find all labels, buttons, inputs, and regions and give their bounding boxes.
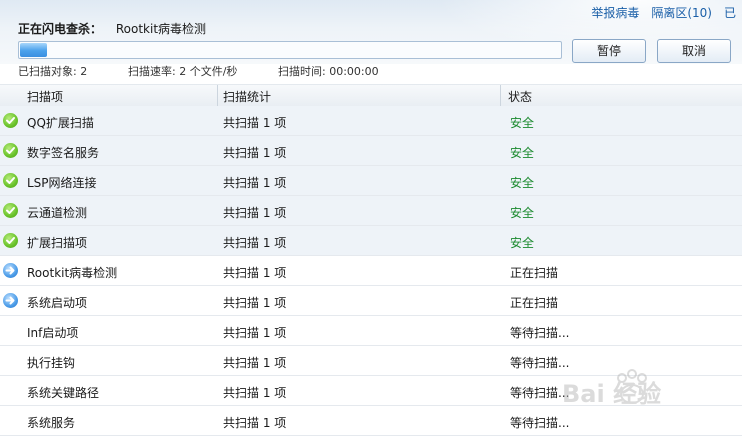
scan-item-status: 正在扫描 [510,266,559,280]
scan-item-name: 系统启动项 [27,296,88,310]
scan-item-count: 共扫描 1 项 [223,386,287,400]
check-icon [3,173,18,188]
scan-item-name: 执行挂钩 [27,356,76,370]
scan-item-name: LSP网络连接 [27,176,97,190]
scan-rate: 扫描速率: 2 个文件/秒 [128,65,238,78]
arrow-right-icon [3,293,18,308]
truncated-link[interactable]: 已 [718,4,742,21]
scan-item-row[interactable]: 扩展扫描项 共扫描 1 项 安全 [0,226,742,256]
scanned-objects: 已扫描对象: 2 [18,65,88,78]
cancel-button[interactable]: 取消 [657,39,731,63]
table-header: 扫描项 扫描统计 状态 [0,84,742,107]
check-icon [3,143,18,158]
scan-item-name: 扩展扫描项 [27,236,88,250]
scan-item-status: 安全 [510,206,535,220]
watermark-text: Bai 经验 [562,380,661,408]
pause-button[interactable]: 暂停 [572,39,646,63]
scan-item-status: 正在扫描 [510,296,559,310]
scan-item-row[interactable]: Inf启动项 共扫描 1 项 等待扫描... [0,316,742,346]
check-icon [3,233,18,248]
scan-item-status: 等待扫描... [510,326,570,340]
scan-item-name: 系统服务 [27,416,76,430]
scan-item-status: 等待扫描... [510,416,570,430]
scan-item-count: 共扫描 1 项 [223,236,287,250]
arrow-right-icon [3,263,18,278]
report-virus-link[interactable]: 举报病毒 [585,4,645,21]
scan-status-line: 正在闪电查杀： Rootkit病毒检测 [18,20,206,37]
scan-item-count: 共扫描 1 项 [223,356,287,370]
scan-item-name: QQ扩展扫描 [27,116,94,130]
scan-item-status: 安全 [510,176,535,190]
scan-item-name: Rootkit病毒检测 [27,266,118,280]
scan-item-status: 安全 [510,236,535,250]
scan-item-count: 共扫描 1 项 [223,116,287,130]
progress-fill [20,43,48,57]
check-icon [3,113,18,128]
scan-item-row[interactable]: Rootkit病毒检测 共扫描 1 项 正在扫描 [0,256,742,286]
scan-item-row[interactable]: 云通道检测 共扫描 1 项 安全 [0,196,742,226]
scan-item-count: 共扫描 1 项 [223,416,287,430]
scan-progress-bar [18,41,562,59]
scan-label: 正在闪电查杀： [18,22,103,36]
scan-item-name: 云通道检测 [27,206,88,220]
scan-item-row[interactable]: LSP网络连接 共扫描 1 项 安全 [0,166,742,196]
scan-time: 扫描时间: 00:00:00 [278,65,379,78]
quarantine-link[interactable]: 隔离区(10) [645,4,718,21]
column-header-stats[interactable]: 扫描统计 [223,88,271,105]
scan-item-count: 共扫描 1 项 [223,146,287,160]
scan-item-name: 系统关键路径 [27,386,100,400]
column-header-status[interactable]: 状态 [508,88,532,105]
current-scan-item: Rootkit病毒检测 [115,22,207,36]
column-header-item[interactable]: 扫描项 [27,88,63,105]
scan-item-status: 安全 [510,116,535,130]
top-links: 举报病毒 隔离区(10) 已 [585,4,742,21]
scan-item-row[interactable]: 数字签名服务 共扫描 1 项 安全 [0,136,742,166]
scan-item-name: 数字签名服务 [27,146,100,160]
check-icon [3,203,18,218]
scan-item-count: 共扫描 1 项 [223,206,287,220]
scan-item-count: 共扫描 1 项 [223,326,287,340]
scan-item-row[interactable]: QQ扩展扫描 共扫描 1 项 安全 [0,106,742,136]
baidu-jingyan-watermark: Bai 经验 [562,369,661,408]
scan-item-count: 共扫描 1 项 [223,266,287,280]
scan-item-count: 共扫描 1 项 [223,176,287,190]
scan-item-name: Inf启动项 [27,326,79,340]
scan-item-status: 安全 [510,146,535,160]
scan-item-row[interactable]: 系统启动项 共扫描 1 项 正在扫描 [0,286,742,316]
column-divider [500,85,501,106]
column-divider [217,85,218,106]
scan-item-count: 共扫描 1 项 [223,296,287,310]
